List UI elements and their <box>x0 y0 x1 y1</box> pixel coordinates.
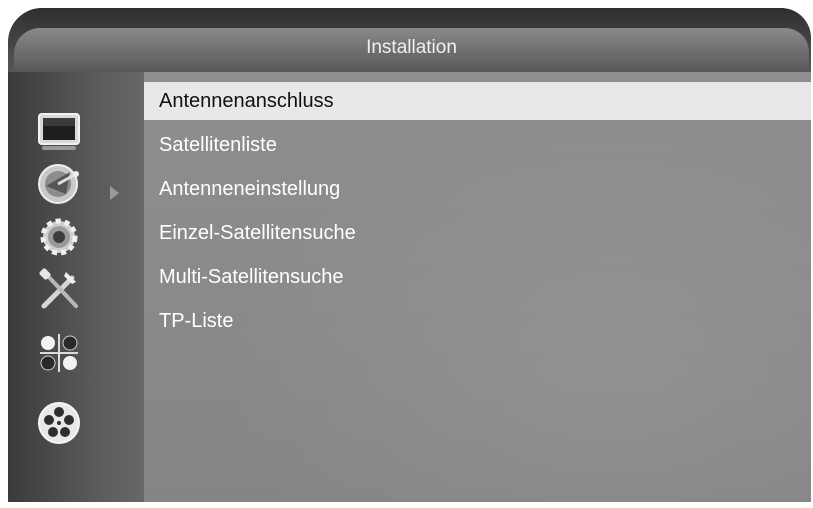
satellite-dish-icon[interactable] <box>36 160 82 206</box>
title-bar: Installation <box>8 8 811 72</box>
page-title: Installation <box>366 37 457 58</box>
tools-icon[interactable] <box>36 266 82 312</box>
menu-item-tp-liste[interactable]: TP-Liste <box>144 302 811 340</box>
sidebar <box>8 72 144 502</box>
title-bar-inner: Installation <box>14 28 809 70</box>
menu-item-einzel-satellitensuche[interactable]: Einzel-Satellitensuche <box>144 214 811 252</box>
selection-arrow-icon <box>110 186 119 200</box>
tv-icon[interactable] <box>36 108 82 154</box>
menu-item-antennenanschluss[interactable]: Antennenanschluss <box>144 82 811 120</box>
gear-icon[interactable] <box>36 214 82 260</box>
screen: Installation Antennenanschluss Satellite… <box>0 0 813 508</box>
menu-item-satellitenliste[interactable]: Satellitenliste <box>144 126 811 164</box>
film-reel-icon[interactable] <box>36 400 82 446</box>
menu-item-antenneneinstellung[interactable]: Antenneneinstellung <box>144 170 811 208</box>
media-icon[interactable] <box>36 330 82 376</box>
menu-item-multi-satellitensuche[interactable]: Multi-Satellitensuche <box>144 258 811 296</box>
